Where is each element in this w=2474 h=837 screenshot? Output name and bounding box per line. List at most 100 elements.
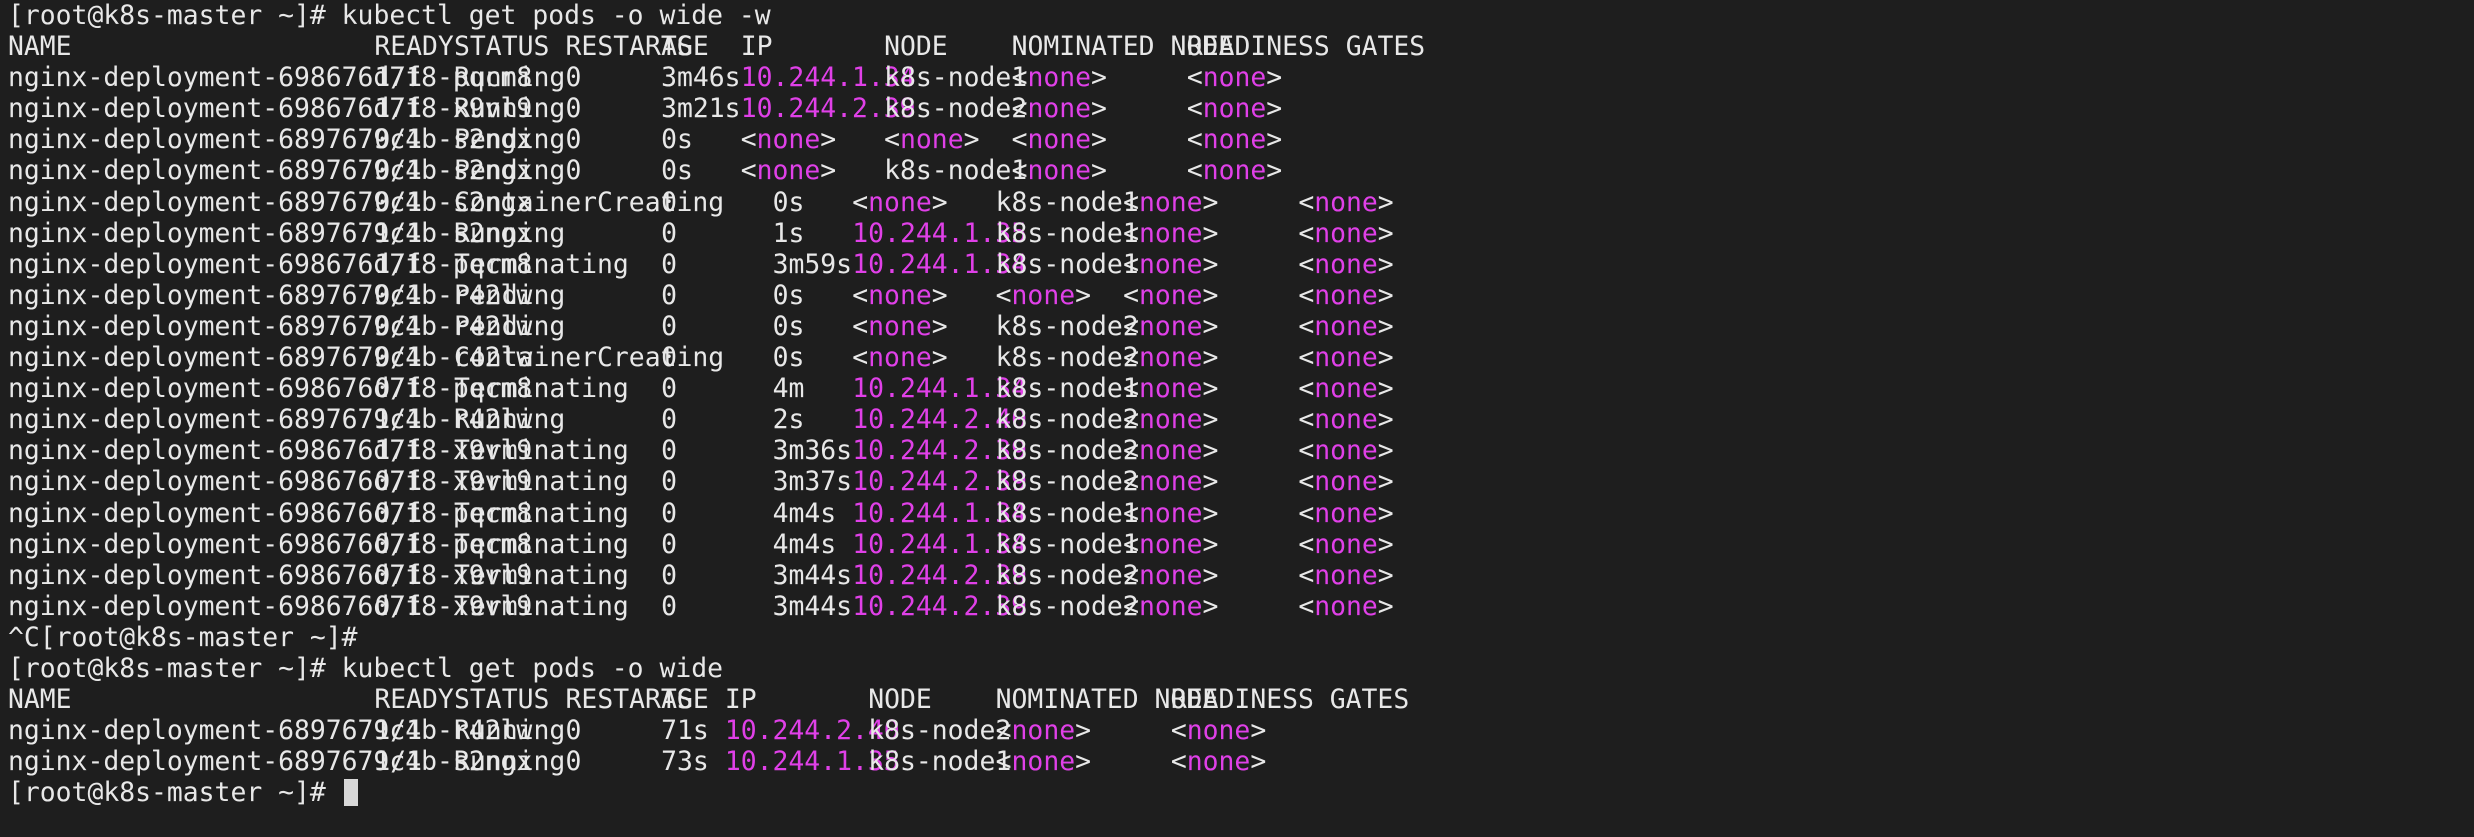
age-cell: 4m4s (772, 528, 837, 560)
status-cell: Pending (454, 310, 566, 342)
restarts-cell: 0 (661, 404, 678, 436)
table-row: nginx-deployment-6897679c4b-r42lw 0/1 Pend… (8, 311, 2468, 342)
interrupt-line: ^C[root@k8s-master ~]# (8, 621, 358, 653)
ready-cell: 0/1 (374, 466, 423, 498)
table-row: nginx-deployment-698676d7f8-pqcm8 1/1 Runn… (8, 62, 2468, 93)
node-cell: k8s-node2 (995, 310, 1139, 342)
table-row: nginx-deployment-698676d7f8-pqcm8 1/1 Term… (8, 249, 2468, 280)
ip-address-cell: <none> (852, 186, 948, 218)
nominated-node-cell: <none> (1123, 404, 1219, 436)
node-cell: k8s-node2 (995, 342, 1139, 374)
status-cell: Terminating (454, 466, 629, 498)
status-cell: ContainerCreating (454, 342, 725, 374)
nominated-node-cell: <none> (1123, 279, 1219, 311)
nominated-node-cell: <none> (995, 746, 1091, 778)
restarts-cell: 0 (661, 590, 678, 622)
age-cell: 3m59s (772, 248, 853, 280)
table-row: nginx-deployment-6897679c4b-s2ngx 1/1 Runn… (8, 746, 2468, 777)
ip-address-cell: <none> (740, 124, 837, 156)
status-cell: Terminating (454, 435, 629, 467)
readiness-gates-cell: <none> (1298, 466, 1394, 498)
nominated-node-cell: <none> (1123, 435, 1219, 467)
age-cell: 4m (772, 373, 805, 405)
ready-cell: 0/1 (374, 528, 423, 560)
readiness-gates-cell: <none> (1186, 124, 1283, 156)
age-cell: 3m44s (772, 559, 853, 591)
readiness-gates-cell: <none> (1298, 217, 1394, 249)
readiness-gates-cell: <none> (1186, 155, 1283, 187)
active-prompt-line[interactable]: [root@k8s-master ~]# (8, 777, 2468, 808)
table-header-row: NAME READY STATUS RESTARTS AGE IP NODE NOMINATE… (8, 31, 2468, 62)
readiness-gates-cell: <none> (1170, 746, 1267, 778)
table-row: nginx-deployment-698676d7f8-x9vl9 1/1 Term… (8, 435, 2468, 466)
restarts-cell: 0 (661, 497, 678, 529)
age-cell: 3m36s (772, 435, 853, 467)
readiness-gates-cell: <none> (1298, 279, 1394, 311)
table-row: nginx-deployment-6897679c4b-s2ngx 0/1 Pend… (8, 124, 2468, 155)
nominated-node-cell: <none> (1123, 497, 1219, 529)
ready-cell: 0/1 (374, 186, 423, 218)
node-cell: k8s-node1 (995, 528, 1139, 560)
status-cell: Terminating (454, 528, 629, 560)
status-cell: Running (454, 746, 566, 778)
node-cell: k8s-node1 (995, 497, 1139, 529)
age-cell: 71s (661, 715, 709, 747)
restarts-cell: 0 (661, 186, 678, 218)
node-cell: k8s-node2 (995, 559, 1139, 591)
nominated-node-cell: <none> (1123, 342, 1219, 374)
status-cell: ContainerCreating (454, 186, 725, 218)
table-row: nginx-deployment-698676d7f8-x9vl9 0/1 Term… (8, 560, 2468, 591)
age-cell: 0s (772, 310, 805, 342)
table-row: nginx-deployment-698676d7f8-x9vl9 1/1 Runn… (8, 93, 2468, 124)
restarts-cell: 0 (661, 310, 678, 342)
age-cell: 4m4s (772, 497, 837, 529)
ready-cell: READY (374, 684, 454, 716)
nominated-node-cell: <none> (1123, 248, 1219, 280)
text-cursor (343, 779, 358, 807)
age-cell: 3m21s (661, 93, 741, 125)
readiness-gates-cell: READINESS GATES (1170, 684, 1410, 716)
node-cell: k8s-node1 (884, 62, 1028, 94)
restarts-cell: 0 (661, 279, 678, 311)
status-cell: Terminating (454, 590, 629, 622)
table-row: nginx-deployment-6897679c4b-s2ngx 1/1 Runn… (8, 218, 2468, 249)
nominated-node-cell: <none> (995, 715, 1091, 747)
table-row: nginx-deployment-698676d7f8-x9vl9 0/1 Term… (8, 591, 2468, 622)
ready-cell: 0/1 (374, 373, 423, 405)
node-cell: k8s-node2 (995, 404, 1139, 436)
age-cell: 73s (661, 746, 709, 778)
node-cell: k8s-node2 (995, 590, 1139, 622)
age-cell: 0s (772, 279, 805, 311)
restarts-cell: 0 (661, 248, 678, 280)
ip-address-cell: <none> (740, 155, 837, 187)
table-row: nginx-deployment-6897679c4b-r42lw 1/1 Runn… (8, 404, 2468, 435)
age-cell: AGE (661, 31, 709, 63)
restarts-cell: 0 (661, 528, 678, 560)
node-cell: k8s-node1 (995, 248, 1139, 280)
readiness-gates-cell: <none> (1298, 342, 1394, 374)
age-cell: 3m37s (772, 466, 853, 498)
status-cell: STATUS (454, 684, 550, 716)
ready-cell: 0/1 (374, 497, 423, 529)
ready-cell: 1/1 (374, 93, 423, 125)
ready-cell: 1/1 (374, 715, 423, 747)
ready-cell: 0/1 (374, 342, 423, 374)
nominated-node-cell: <none> (1123, 590, 1219, 622)
status-cell: Pending (454, 279, 566, 311)
nominated-node-cell: <none> (1123, 466, 1219, 498)
list-output: NAME READY STATUS RESTARTS AGE IP NODE NOMINATE… (8, 684, 2468, 777)
restarts-cell: 0 (565, 62, 582, 94)
restarts-cell: 0 (565, 93, 582, 125)
restarts-cell: 0 (565, 124, 582, 156)
age-cell: 0s (661, 124, 693, 156)
ready-cell: 0/1 (374, 155, 423, 187)
table-row: nginx-deployment-6897679c4b-r42lw 0/1 Cont… (8, 342, 2468, 373)
status-cell: Running (454, 93, 566, 125)
restarts-cell: 0 (661, 342, 678, 374)
status-cell: Running (454, 62, 566, 94)
terminal-window[interactable]: [root@k8s-master ~]# kubectl get pods -o… (8, 0, 2468, 837)
age-cell: 0s (772, 342, 805, 374)
readiness-gates-cell: <none> (1186, 62, 1283, 94)
ip-address-cell: IP (740, 31, 773, 63)
age-cell: 0s (772, 186, 805, 218)
